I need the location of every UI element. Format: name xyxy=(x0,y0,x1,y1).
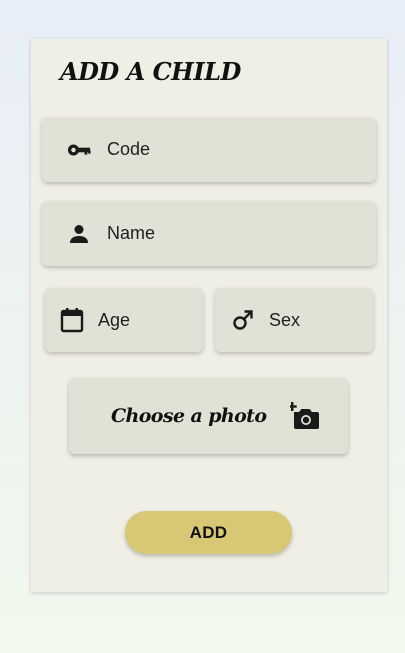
person-icon xyxy=(67,222,91,246)
male-icon xyxy=(231,308,255,332)
add-camera-icon xyxy=(287,402,320,430)
sex-placeholder: Sex xyxy=(269,309,301,330)
sex-field[interactable]: Sex xyxy=(215,288,373,352)
code-field[interactable]: Code xyxy=(42,117,376,182)
choose-photo-label: Choose a photo xyxy=(111,405,267,427)
age-placeholder: Age xyxy=(98,309,131,330)
add-button[interactable]: ADD xyxy=(125,511,292,554)
choose-photo-button[interactable]: Choose a photo xyxy=(69,378,348,454)
calendar-icon xyxy=(60,308,84,333)
add-child-card: ADD A CHILD Code Name Age Sex Choose a p… xyxy=(31,39,387,592)
code-placeholder: Code xyxy=(107,139,151,159)
key-icon xyxy=(67,138,91,162)
page-title: ADD A CHILD xyxy=(60,57,241,86)
name-placeholder: Name xyxy=(107,223,156,243)
age-field[interactable]: Age xyxy=(45,288,203,352)
name-field[interactable]: Name xyxy=(42,201,376,266)
